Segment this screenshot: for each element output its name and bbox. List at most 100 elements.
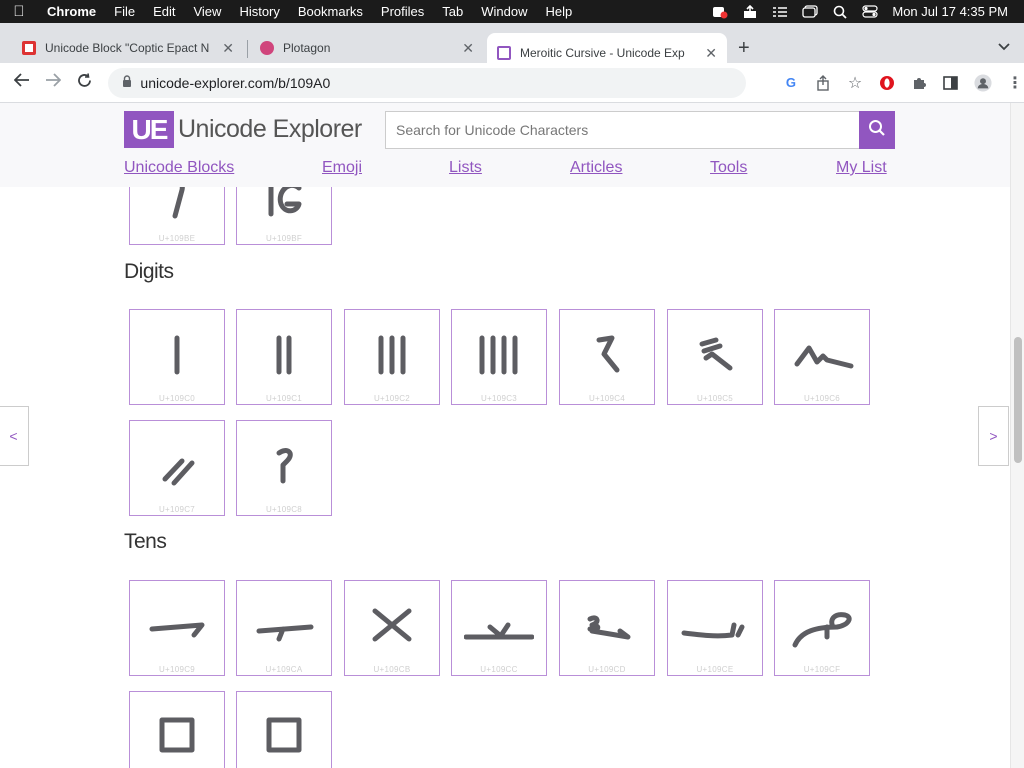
character-cell[interactable]: U+109C7 [129,420,225,516]
spotlight-search-icon[interactable] [832,5,848,19]
glyph-twenty [256,624,314,642]
character-cell[interactable]: U+109C8 [236,420,332,516]
profile-avatar-icon[interactable] [974,73,992,92]
glyph-six [699,337,733,371]
extensions-puzzle-icon[interactable] [910,74,928,92]
kebab-menu-icon[interactable]: ⋮ [1006,74,1024,92]
glyph-square [266,717,302,753]
control-center-icon[interactable] [862,5,878,19]
character-cell[interactable]: U+109CE [667,580,763,676]
google-icon[interactable]: G [782,74,800,92]
character-cell[interactable]: U+109CC [451,580,547,676]
nav-my-list[interactable]: My List [836,159,887,177]
character-cell[interactable]: U+109C4 [559,309,655,405]
window-icon[interactable] [802,5,819,19]
back-arrow-icon[interactable] [6,73,37,92]
bookmark-star-icon[interactable]: ☆ [846,74,864,92]
character-cell[interactable]: U+109CD [559,580,655,676]
tab-coptic-epact[interactable]: Unicode Block "Coptic Epact N ✕ [12,33,244,63]
menu-app-name[interactable]: Chrome [38,4,105,19]
chevron-down-icon[interactable] [998,40,1010,54]
side-panel-icon[interactable] [942,74,960,92]
menubar-clock[interactable]: Mon Jul 17 4:35 PM [892,4,1008,19]
logo-text: Unicode Explorer [178,115,362,143]
tab-title: Unicode Block "Coptic Epact N [45,41,210,55]
character-cell[interactable]: U+109CF [774,580,870,676]
code-point-label: U+109C3 [480,394,518,403]
forward-arrow-icon[interactable] [37,73,68,92]
tab-separator [247,40,248,58]
glyph-two [276,335,292,375]
nav-emoji[interactable]: Emoji [322,159,362,177]
search-button[interactable] [859,111,895,149]
close-icon[interactable]: ✕ [705,45,717,62]
browser-toolbar: unicode-explorer.com/b/109A0 G ☆ ⋮ [0,63,1024,103]
glyph-seventy [792,612,852,648]
scrollbar-thumb[interactable] [1014,337,1022,463]
code-point-label: U+109C5 [696,394,734,403]
tab-title: Meroitic Cursive - Unicode Exp [520,46,685,60]
upload-icon[interactable] [742,4,758,19]
character-cell[interactable]: U+109CB [344,580,440,676]
glyph-nine [276,448,293,484]
screen-record-icon[interactable] [712,5,728,19]
share-icon[interactable] [814,74,832,92]
next-block-button[interactable]: > [978,406,1009,466]
search-input[interactable]: Search for Unicode Characters [385,111,859,149]
character-cell[interactable]: U+109C3 [451,309,547,405]
site-logo[interactable]: UE Unicode Explorer [124,111,362,148]
character-cell[interactable]: U+109C1 [236,309,332,405]
site-nav: Unicode Blocks Emoji Lists Articles Tool… [0,159,1010,179]
reload-icon[interactable] [69,72,100,93]
opera-extension-icon[interactable] [878,74,896,92]
section-heading-digits: Digits [124,260,174,283]
menu-edit[interactable]: Edit [144,4,184,19]
menu-view[interactable]: View [184,4,230,19]
code-point-label: U+109C6 [803,394,841,403]
glyph-one [174,335,180,375]
code-point-label: U+109BF [265,234,303,243]
tab-plotagon[interactable]: Plotagon ✕ [250,33,484,63]
glyph-ten [149,622,205,638]
code-point-label: U+109CA [265,665,303,674]
character-cell[interactable] [236,691,332,768]
list-icon[interactable] [772,5,788,19]
code-point-label: U+109CF [803,665,841,674]
menu-tab[interactable]: Tab [433,4,472,19]
nav-articles[interactable]: Articles [570,159,622,177]
code-point-label: U+109CD [588,665,626,674]
menu-history[interactable]: History [230,4,288,19]
character-cell[interactable] [129,691,225,768]
character-cell[interactable]: U+109C9 [129,580,225,676]
close-icon[interactable]: ✕ [462,40,474,57]
menu-help[interactable]: Help [537,4,582,19]
character-cell[interactable]: U+109C0 [129,309,225,405]
menu-file[interactable]: File [105,4,144,19]
code-point-label: U+109CC [480,665,518,674]
character-cell[interactable]: U+109C6 [774,309,870,405]
glyph-eight [162,458,195,486]
macos-menu-bar:  Chrome File Edit View History Bookmark… [0,0,1024,23]
tab-favicon-icon [22,41,36,55]
new-tab-plus-icon[interactable]: + [738,37,750,60]
code-point-label: U+109C1 [265,394,303,403]
page-scrollbar[interactable] [1010,103,1024,768]
menu-window[interactable]: Window [472,4,536,19]
code-point-label: U+109C4 [588,394,626,403]
previous-block-button[interactable]: < [0,406,29,466]
nav-unicode-blocks[interactable]: Unicode Blocks [124,159,234,177]
address-bar[interactable]: unicode-explorer.com/b/109A0 [108,67,746,98]
character-cell[interactable]: U+109C2 [344,309,440,405]
search-icon [868,119,886,142]
nav-tools[interactable]: Tools [710,159,747,177]
menu-bookmarks[interactable]: Bookmarks [289,4,372,19]
glyph-sixty [681,622,745,639]
character-cell[interactable]: U+109CA [236,580,332,676]
character-cell[interactable]: U+109C5 [667,309,763,405]
menu-profiles[interactable]: Profiles [372,4,433,19]
close-icon[interactable]: ✕ [222,40,234,57]
nav-lists[interactable]: Lists [449,159,482,177]
lock-icon[interactable] [122,75,132,90]
code-point-label: U+109C9 [158,665,196,674]
apple-icon[interactable]:  [0,3,38,20]
